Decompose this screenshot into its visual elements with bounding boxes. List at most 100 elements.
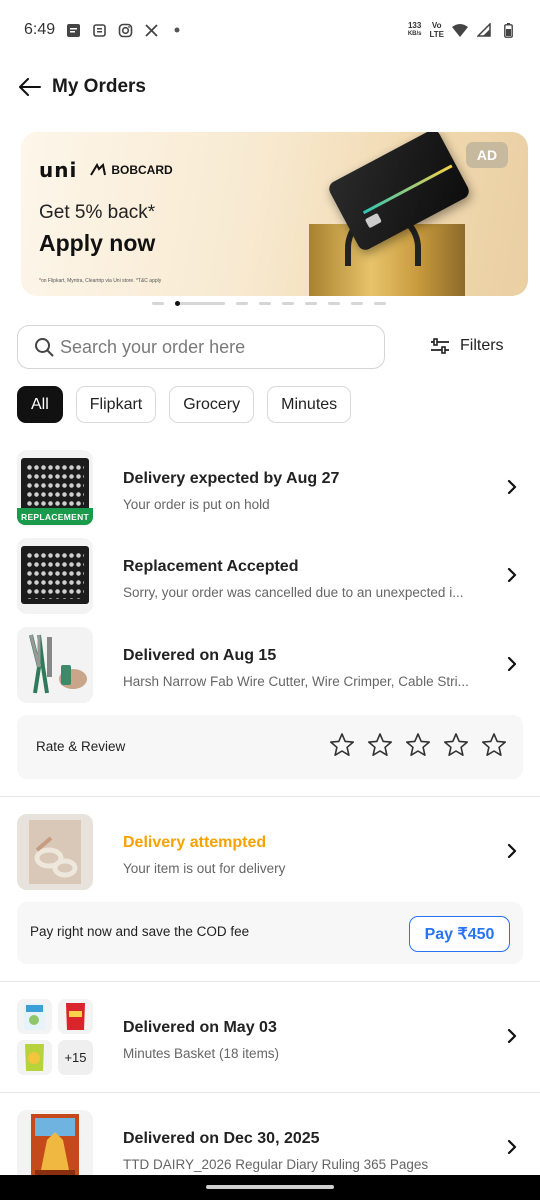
star-icon[interactable] bbox=[481, 732, 507, 758]
chevron-right-icon bbox=[507, 1028, 517, 1044]
filters-button[interactable]: Filters bbox=[430, 331, 504, 361]
more-notifications-dot-icon bbox=[169, 22, 185, 38]
order-status-title: Delivery expected by Aug 27 bbox=[123, 470, 340, 487]
carousel-dot[interactable] bbox=[236, 302, 248, 305]
order-status-title: Delivered on Dec 30, 2025 bbox=[123, 1130, 320, 1147]
chips-pack-image bbox=[66, 1003, 85, 1030]
namkeen-pack-image bbox=[25, 1044, 44, 1071]
order-thumbnail-wire-cutter bbox=[17, 627, 93, 703]
carousel-dot[interactable] bbox=[328, 302, 340, 305]
order-subtitle: Sorry, your order was cancelled due to a… bbox=[123, 585, 464, 600]
banner-cta[interactable]: Apply now bbox=[39, 230, 155, 257]
x-icon bbox=[143, 22, 159, 38]
order-subtitle: TTD DAIRY_2026 Regular Diary Ruling 365 … bbox=[123, 1157, 429, 1172]
star-icon[interactable] bbox=[405, 732, 431, 758]
chip-grocery[interactable]: Grocery bbox=[169, 386, 255, 423]
status-time: 6:49 bbox=[24, 21, 56, 38]
carousel-dot-active[interactable] bbox=[175, 301, 225, 306]
basket-thumbnail-grid: +15 bbox=[17, 999, 93, 1075]
order-text: Replacement Accepted Sorry, your order w… bbox=[123, 558, 473, 600]
carousel-dot[interactable] bbox=[152, 302, 164, 305]
instagram-icon bbox=[117, 22, 133, 38]
wifi-icon bbox=[452, 22, 468, 38]
order-search-box[interactable] bbox=[17, 325, 385, 369]
order-text: Delivered on May 03 Minutes Basket (18 i… bbox=[123, 1019, 473, 1061]
pay-now-button[interactable]: Pay ₹450 bbox=[409, 916, 510, 952]
order-status-title: Replacement Accepted bbox=[123, 558, 299, 575]
system-navigation-bar bbox=[0, 1175, 540, 1200]
banner-offer: Get 5% back* bbox=[39, 202, 156, 223]
more-items-count: +15 bbox=[58, 1040, 93, 1075]
snack-pack-image bbox=[24, 1003, 45, 1030]
section-divider bbox=[0, 981, 540, 982]
star-icon[interactable] bbox=[443, 732, 469, 758]
wire-cutter-image bbox=[29, 634, 87, 694]
order-row[interactable]: Delivery attempted Your item is out for … bbox=[0, 814, 540, 890]
battery-icon bbox=[500, 22, 516, 38]
socket-set-image bbox=[21, 546, 89, 604]
network-speed-value: 133 bbox=[407, 21, 422, 30]
back-button[interactable] bbox=[18, 75, 42, 99]
banner-fine-print: *on Flipkart, Myntra, Cleartrip via Uni … bbox=[39, 278, 162, 284]
chip-minutes[interactable]: Minutes bbox=[267, 386, 352, 423]
carousel-dot[interactable] bbox=[374, 302, 386, 305]
news-icon bbox=[91, 22, 107, 38]
chevron-right-icon bbox=[507, 479, 517, 495]
signal-icon bbox=[476, 22, 492, 38]
chip-flipkart[interactable]: Flipkart bbox=[75, 386, 157, 423]
order-row[interactable]: Replacement Accepted Sorry, your order w… bbox=[0, 538, 540, 614]
star-icon[interactable] bbox=[329, 732, 355, 758]
ad-badge: AD bbox=[466, 142, 508, 168]
chip-all[interactable]: All bbox=[17, 386, 63, 423]
banner-brand: uni BOBCARD bbox=[39, 158, 173, 182]
order-subtitle: Harsh Narrow Fab Wire Cutter, Wire Crimp… bbox=[123, 674, 469, 689]
order-status-title: Delivered on Aug 15 bbox=[123, 647, 277, 664]
home-gesture-handle[interactable] bbox=[206, 1185, 334, 1189]
cod-message: Pay right now and save the COD fee bbox=[30, 924, 250, 939]
card-chip bbox=[364, 212, 382, 229]
volte-indicator: Vo LTE bbox=[429, 21, 444, 39]
order-row[interactable]: Delivered on Aug 15 Harsh Narrow Fab Wir… bbox=[0, 627, 540, 703]
network-speed: 133 KB/s bbox=[408, 21, 422, 39]
basket-item-thumbnail bbox=[58, 999, 93, 1034]
chevron-right-icon bbox=[507, 843, 517, 859]
bobcard-mark-icon bbox=[90, 163, 107, 176]
promo-banner[interactable]: uni BOBCARD Get 5% back* Apply now *on F… bbox=[21, 132, 528, 296]
order-subtitle: Your item is out for delivery bbox=[123, 861, 286, 876]
order-subtitle: Minutes Basket (18 items) bbox=[123, 1046, 280, 1061]
basket-item-thumbnail bbox=[17, 999, 52, 1034]
section-divider bbox=[0, 796, 540, 797]
message-icon bbox=[65, 22, 81, 38]
status-bar: 6:49 133 KB/s Vo LTE bbox=[0, 0, 540, 60]
cod-prepay-card: Pay right now and save the COD fee Pay ₹… bbox=[17, 902, 523, 964]
card-stripe bbox=[362, 164, 453, 215]
carousel-dot[interactable] bbox=[305, 302, 317, 305]
bobcard-label: BOBCARD bbox=[111, 163, 173, 177]
bobcard-logo: BOBCARD bbox=[89, 163, 173, 177]
order-thumbnail-clip bbox=[17, 814, 93, 890]
chevron-right-icon bbox=[507, 1139, 517, 1155]
star-icon[interactable] bbox=[367, 732, 393, 758]
lte-label: LTE bbox=[429, 30, 444, 39]
carousel-dot[interactable] bbox=[351, 302, 363, 305]
app-header: My Orders bbox=[0, 62, 540, 112]
back-arrow-icon bbox=[19, 78, 41, 96]
uni-logo: uni bbox=[39, 158, 78, 182]
rate-review-label: Rate & Review bbox=[36, 739, 126, 754]
search-icon bbox=[35, 338, 54, 357]
replacement-tag: REPLACEMENT bbox=[17, 508, 93, 525]
filter-sliders-icon bbox=[431, 338, 449, 354]
carousel-dot[interactable] bbox=[282, 302, 294, 305]
order-text: Delivery expected by Aug 27 Your order i… bbox=[123, 470, 473, 512]
basket-item-thumbnail bbox=[17, 1040, 52, 1075]
network-speed-unit: KB/s bbox=[407, 31, 422, 37]
chevron-right-icon bbox=[507, 656, 517, 672]
order-status-title: Delivered on May 03 bbox=[123, 1019, 277, 1036]
search-input[interactable] bbox=[60, 336, 360, 358]
volte-label: Vo bbox=[431, 21, 442, 30]
order-text: Delivered on Aug 15 Harsh Narrow Fab Wir… bbox=[123, 647, 473, 689]
order-thumbnail-socket-set bbox=[17, 538, 93, 614]
order-subtitle: Your order is put on hold bbox=[123, 497, 270, 512]
order-text: Delivered on Dec 30, 2025 TTD DAIRY_2026… bbox=[123, 1130, 473, 1172]
carousel-dot[interactable] bbox=[259, 302, 271, 305]
